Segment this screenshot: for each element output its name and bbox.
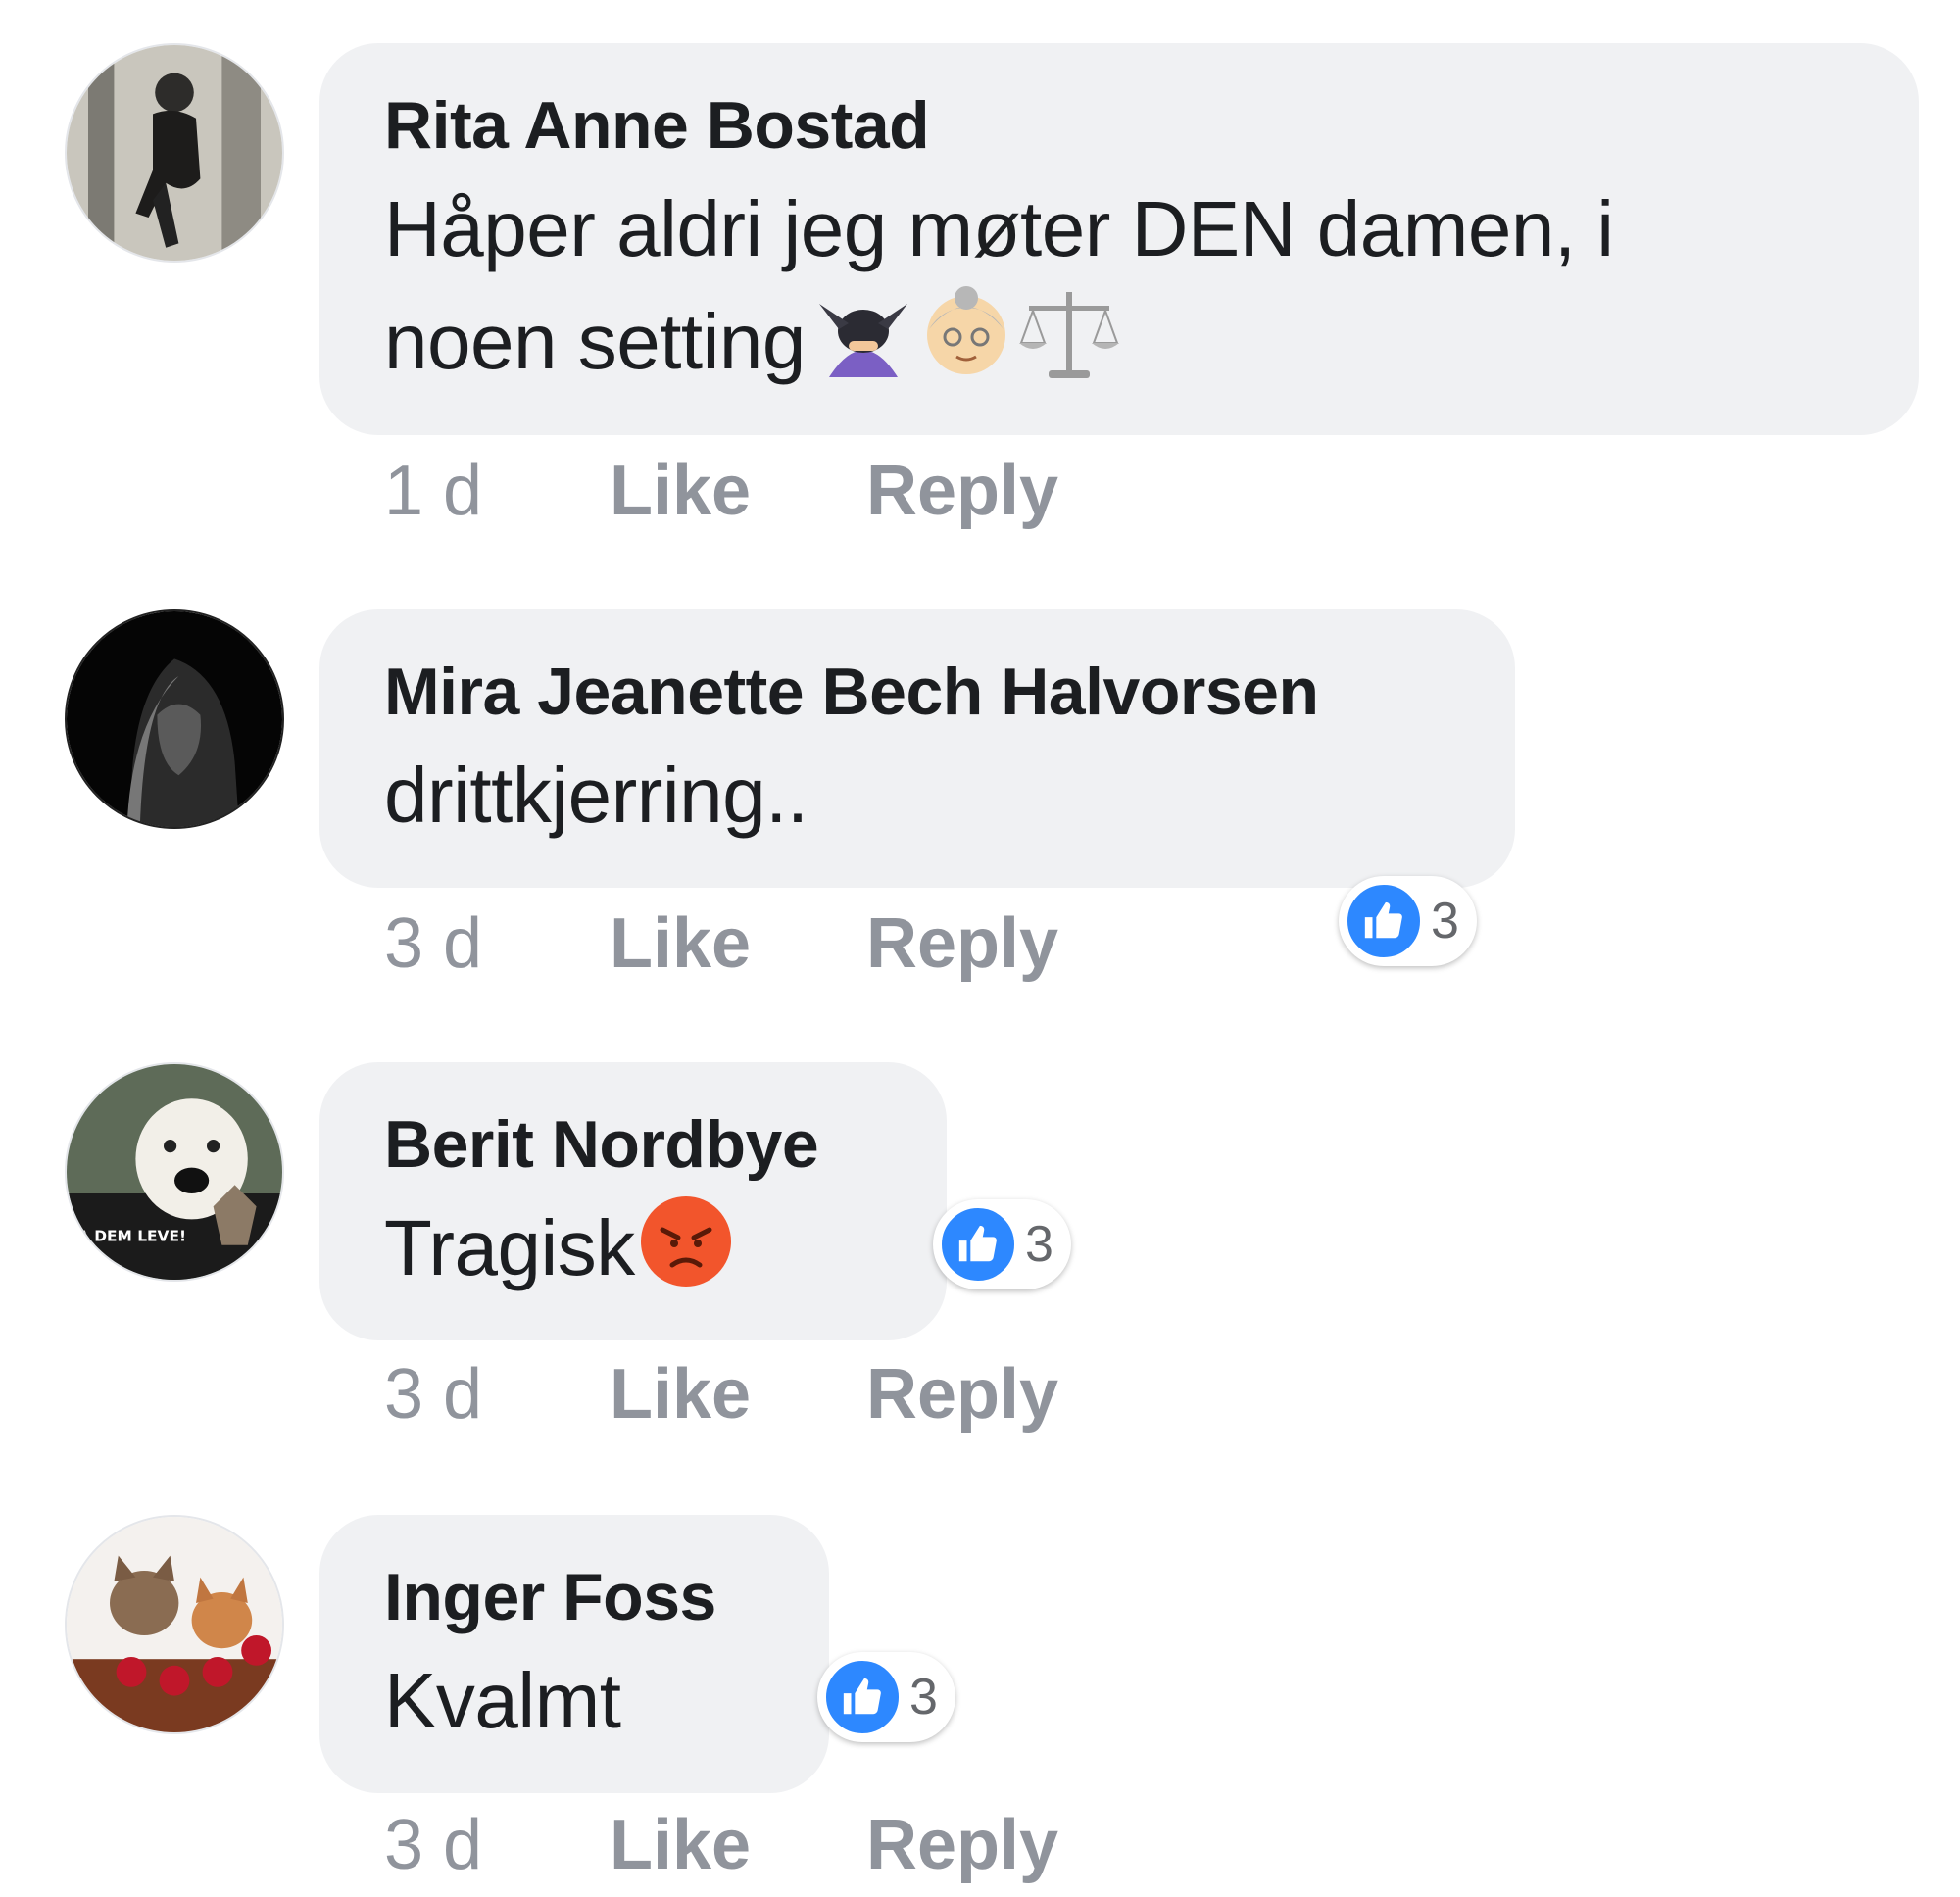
comment-actions: 3 d Like Reply bbox=[384, 1801, 1058, 1889]
thumbs-up-icon bbox=[1345, 882, 1423, 960]
comment-author[interactable]: Inger Foss bbox=[384, 1558, 766, 1636]
comment-text: Tragisk bbox=[384, 1193, 884, 1317]
comment-text: Kvalmt bbox=[384, 1657, 621, 1744]
old-woman-emoji bbox=[921, 284, 1011, 411]
reply-button[interactable]: Reply bbox=[866, 451, 1058, 531]
reply-button[interactable]: Reply bbox=[866, 903, 1058, 984]
like-button[interactable]: Like bbox=[610, 903, 866, 984]
timestamp[interactable]: 3 d bbox=[384, 903, 610, 984]
avatar-caption: LA DEM LEVE! bbox=[68, 1227, 186, 1244]
comment-bubble: Berit Nordbye Tragisk bbox=[319, 1062, 947, 1340]
thumbs-up-icon bbox=[939, 1205, 1017, 1284]
comment-text-line1: Håper aldri jeg møter DEN damen, i bbox=[384, 185, 1614, 272]
comment-author[interactable]: Mira Jeanette Bech Halvorsen bbox=[384, 653, 1452, 731]
comment-actions: 3 d Like Reply bbox=[384, 1350, 1058, 1438]
like-button[interactable]: Like bbox=[610, 1354, 866, 1435]
comment-text-line2: noen setting bbox=[384, 298, 806, 385]
comment-bubble: Rita Anne Bostad Håper aldri jeg møter D… bbox=[319, 43, 1919, 435]
comment-bubble: Inger Foss Kvalmt bbox=[319, 1515, 829, 1793]
avatar-rita[interactable] bbox=[65, 43, 284, 263]
timestamp[interactable]: 1 d bbox=[384, 451, 610, 531]
balance-scale-emoji bbox=[1015, 284, 1123, 411]
reaction-count: 3 bbox=[909, 1669, 938, 1726]
reaction-badge[interactable]: 3 bbox=[1339, 876, 1477, 966]
comment-text-content: Tragisk bbox=[384, 1204, 635, 1291]
reaction-badge[interactable]: 3 bbox=[817, 1652, 956, 1742]
reply-button[interactable]: Reply bbox=[866, 1354, 1058, 1435]
like-button[interactable]: Like bbox=[610, 1805, 866, 1885]
comment-actions: 3 d Like Reply bbox=[384, 900, 1058, 988]
timestamp[interactable]: 3 d bbox=[384, 1805, 610, 1885]
comment-text: Håper aldri jeg møter DEN damen, i noen … bbox=[384, 174, 1856, 411]
person-bowing-emoji bbox=[809, 284, 917, 411]
reaction-count: 3 bbox=[1431, 893, 1459, 949]
comment-text: drittkjerring.. bbox=[384, 752, 808, 839]
avatar-mira[interactable] bbox=[65, 609, 284, 829]
reaction-count: 3 bbox=[1025, 1216, 1054, 1273]
comment-actions: 1 d Like Reply bbox=[384, 447, 1058, 535]
comment-author[interactable]: Rita Anne Bostad bbox=[384, 86, 1856, 165]
angry-face-emoji bbox=[639, 1194, 733, 1317]
timestamp[interactable]: 3 d bbox=[384, 1354, 610, 1435]
like-button[interactable]: Like bbox=[610, 451, 866, 531]
avatar-inger[interactable] bbox=[65, 1515, 284, 1734]
reply-button[interactable]: Reply bbox=[866, 1805, 1058, 1885]
comment-author[interactable]: Berit Nordbye bbox=[384, 1105, 884, 1184]
reaction-badge[interactable]: 3 bbox=[933, 1199, 1071, 1289]
avatar-berit[interactable]: LA DEM LEVE! bbox=[65, 1062, 284, 1282]
thumbs-up-icon bbox=[823, 1658, 902, 1736]
comment-bubble: Mira Jeanette Bech Halvorsen drittkjerri… bbox=[319, 609, 1515, 888]
